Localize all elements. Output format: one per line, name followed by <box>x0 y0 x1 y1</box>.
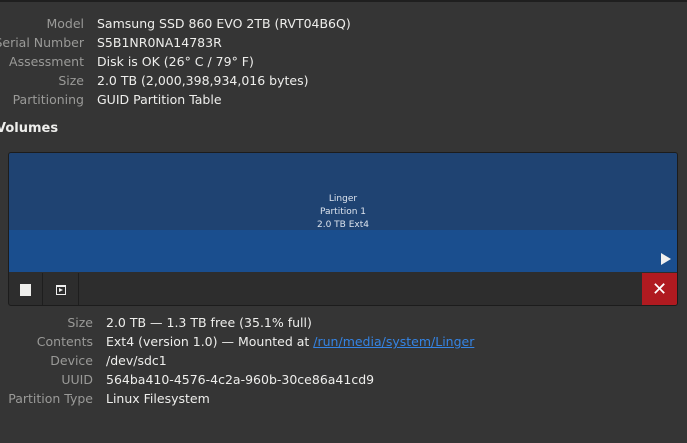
device-label: Device <box>50 353 93 368</box>
vol-size-row: Size 2.0 TB — 1.3 TB free (35.1% full) <box>0 313 687 332</box>
uuid-label: UUID <box>61 372 93 387</box>
size-row: Size 2.0 TB (2,000,398,934,016 bytes) <box>0 71 687 90</box>
contents-label: Contents <box>36 334 93 349</box>
serial-row: Serial Number S5B1NR0NA14783R <box>0 33 687 52</box>
model-label: Model <box>46 16 84 31</box>
close-icon: ✕ <box>651 279 668 300</box>
size-label: Size <box>58 73 84 88</box>
partition-block[interactable]: Linger Partition 1 2.0 TB Ext4 <box>9 153 677 272</box>
stop-icon <box>20 283 31 296</box>
size-value: 2.0 TB (2,000,398,934,016 bytes) <box>97 73 309 88</box>
partition-options-button[interactable] <box>43 273 79 305</box>
volumes-heading: Volumes <box>0 121 59 136</box>
delete-partition-button[interactable]: ✕ <box>642 273 677 305</box>
model-row: Model Samsung SSD 860 EVO 2TB (RVT04B6Q) <box>0 14 687 33</box>
window-top-border <box>0 0 687 2</box>
device-value: /dev/sdc1 <box>106 353 167 368</box>
serial-label: Serial Number <box>0 35 84 50</box>
partition-type-row: Partition Type Linux Filesystem <box>0 389 687 408</box>
partition-type-value: Linux Filesystem <box>106 391 210 406</box>
volume-map: Linger Partition 1 2.0 TB Ext4 ✕ <box>8 152 678 306</box>
options-icon <box>55 284 66 295</box>
vol-size-label: Size <box>67 315 93 330</box>
vol-size-value: 2.0 TB — 1.3 TB free (35.1% full) <box>106 315 312 330</box>
partition-usage-shade <box>9 230 677 272</box>
partition-summary: 2.0 TB Ext4 <box>317 220 369 230</box>
partition-name: Linger <box>328 194 358 204</box>
device-row: Device/dev/sdc1 <box>0 351 687 370</box>
model-value: Samsung SSD 860 EVO 2TB (RVT04B6Q) <box>97 16 351 31</box>
assessment-value: Disk is OK (26° C / 79° F) <box>97 54 254 69</box>
unmount-button[interactable] <box>9 273 43 305</box>
contents-value: Ext4 (version 1.0) — Mounted at <box>106 334 314 349</box>
uuid-value: 564ba410-4576-4c2a-960b-30ce86a41cd9 <box>106 372 375 387</box>
mount-point-link[interactable]: /run/media/system/Linger <box>313 334 474 349</box>
serial-value: S5B1NR0NA14783R <box>97 35 222 50</box>
partition-type-label: Partition Type <box>8 391 93 406</box>
mounted-play-icon <box>661 253 671 265</box>
partitioning-label: Partitioning <box>12 92 84 107</box>
uuid-row: UUID 564ba410-4576-4c2a-960b-30ce86a41cd9 <box>0 370 687 389</box>
partitioning-row: Partitioning GUID Partition Table <box>0 90 687 109</box>
partition-number: Partition 1 <box>319 207 367 217</box>
assessment-row: Assessment Disk is OK (26° C / 79° F) <box>0 52 687 71</box>
partitioning-value: GUID Partition Table <box>97 92 222 107</box>
contents-row: Contents Ext4 (version 1.0) — Mounted at … <box>0 332 687 351</box>
assessment-label: Assessment <box>9 54 84 69</box>
